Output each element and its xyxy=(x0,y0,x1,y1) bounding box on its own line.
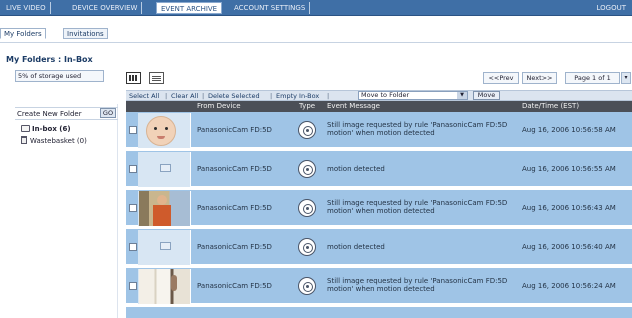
next-page-button[interactable]: Next>> xyxy=(522,72,557,84)
event-thumbnail[interactable] xyxy=(138,113,191,148)
device-name: PanasonicCam FD:5D xyxy=(197,204,272,212)
tab-account-settings[interactable]: ACCOUNT SETTINGS xyxy=(230,2,311,14)
folder-item-inbox[interactable]: In-box (6) xyxy=(21,123,71,135)
table-row[interactable]: PanasonicCam FD:5D Still image requested… xyxy=(126,190,632,227)
move-to-folder-value: Move to Folder xyxy=(361,91,410,99)
event-message[interactable]: Still image requested by rule 'Panasonic… xyxy=(327,277,517,293)
tab-my-folders[interactable]: My Folders xyxy=(0,28,46,39)
event-datetime: Aug 16, 2006 10:56:58 AM xyxy=(522,126,616,134)
column-header-from-device[interactable]: From Device xyxy=(197,101,241,112)
camera-event-icon xyxy=(298,121,316,139)
camera-event-icon xyxy=(298,160,316,178)
table-row[interactable]: PanasonicCam FD:5D Still image requested… xyxy=(126,112,632,149)
row-checkbox[interactable] xyxy=(129,204,137,212)
create-folder-label[interactable]: Create New Folder xyxy=(17,110,82,118)
event-datetime: Aug 16, 2006 10:56:43 AM xyxy=(522,204,616,212)
event-thumbnail[interactable] xyxy=(138,191,191,226)
event-message[interactable]: Still image requested by rule 'Panasonic… xyxy=(327,121,517,137)
device-name: PanasonicCam FD:5D xyxy=(197,282,272,290)
tab-device-overview[interactable]: DEVICE OVERVIEW xyxy=(68,2,143,14)
camera-event-icon xyxy=(298,199,316,217)
column-header-datetime[interactable]: Date/Time (EST) xyxy=(522,101,579,112)
image-placeholder-icon xyxy=(160,164,171,172)
device-name: PanasonicCam FD:5D xyxy=(197,126,272,134)
create-folder-go-button[interactable]: GO xyxy=(100,108,116,118)
event-datetime: Aug 16, 2006 10:56:55 AM xyxy=(522,165,616,173)
wastebasket-icon xyxy=(21,136,27,144)
event-message[interactable]: Still image requested by rule 'Panasonic… xyxy=(327,199,517,215)
folder-item-wastebasket[interactable]: Wastebasket (0) xyxy=(21,135,87,147)
page-title: My Folders : In-Box xyxy=(6,55,93,64)
table-row[interactable] xyxy=(126,307,632,318)
move-button[interactable]: Move xyxy=(473,91,500,100)
top-navigation: LIVE VIDEO DEVICE OVERVIEW EVENT ARCHIVE… xyxy=(0,0,632,16)
person-photo xyxy=(139,191,190,226)
thumbnail-view-icon[interactable] xyxy=(126,72,141,84)
table-row[interactable]: PanasonicCam FD:5D Still image requested… xyxy=(126,268,632,305)
tab-event-archive[interactable]: EVENT ARCHIVE xyxy=(156,2,223,14)
folder-label: In-box (6) xyxy=(32,125,71,133)
inbox-folder-icon xyxy=(21,125,30,132)
row-checkbox[interactable] xyxy=(129,126,137,134)
delete-selected-link[interactable]: Delete Selected xyxy=(208,91,260,101)
sub-tabs-bar: My Folders Invitations xyxy=(0,16,632,43)
chevron-down-icon[interactable]: ▾ xyxy=(621,72,631,84)
event-thumbnail[interactable] xyxy=(138,230,191,265)
device-name: PanasonicCam FD:5D xyxy=(197,165,272,173)
event-datetime: Aug 16, 2006 10:56:40 AM xyxy=(522,243,616,251)
event-message[interactable]: motion detected xyxy=(327,165,517,173)
tab-invitations[interactable]: Invitations xyxy=(63,28,108,39)
table-row[interactable]: PanasonicCam FD:5D motion detected Aug 1… xyxy=(126,229,632,266)
row-checkbox[interactable] xyxy=(129,165,137,173)
event-datetime: Aug 16, 2006 10:56:24 AM xyxy=(522,282,616,290)
empty-inbox-link[interactable]: Empty In-Box xyxy=(276,91,319,101)
table-row[interactable]: PanasonicCam FD:5D motion detected Aug 1… xyxy=(126,151,632,188)
chevron-down-icon: ▼ xyxy=(457,92,467,99)
event-thumbnail[interactable] xyxy=(138,152,191,187)
column-header-type[interactable]: Type xyxy=(299,101,315,112)
row-checkbox[interactable] xyxy=(129,243,137,251)
page-select[interactable]: Page 1 of 1 xyxy=(565,72,620,84)
image-placeholder-icon xyxy=(160,242,171,250)
logout-link[interactable]: LOGOUT xyxy=(597,2,627,14)
clear-all-link[interactable]: Clear All xyxy=(171,91,198,101)
camera-event-icon xyxy=(298,238,316,256)
move-to-folder-select[interactable]: Move to Folder ▼ xyxy=(358,91,468,100)
tab-live-video[interactable]: LIVE VIDEO xyxy=(2,2,51,14)
prev-page-button[interactable]: <<Prev xyxy=(483,72,519,84)
list-view-icon[interactable] xyxy=(149,72,164,84)
select-all-link[interactable]: Select All xyxy=(129,91,159,101)
table-header: From Device Type Event Message Date/Time… xyxy=(126,101,632,112)
row-checkbox[interactable] xyxy=(129,282,137,290)
column-header-event-message[interactable]: Event Message xyxy=(327,101,380,112)
device-name: PanasonicCam FD:5D xyxy=(197,243,272,251)
folder-label: Wastebasket (0) xyxy=(30,137,87,145)
storage-usage-indicator: 5% of storage used xyxy=(15,70,104,82)
event-message[interactable]: motion detected xyxy=(327,243,517,251)
camera-event-icon xyxy=(298,277,316,295)
create-folder-row: Create New Folder GO xyxy=(15,107,118,120)
baby-photo xyxy=(146,116,176,146)
doorway-photo xyxy=(139,269,190,304)
event-thumbnail[interactable] xyxy=(138,269,191,304)
folder-panel: Create New Folder GO In-box (6) Wastebas… xyxy=(15,104,118,318)
